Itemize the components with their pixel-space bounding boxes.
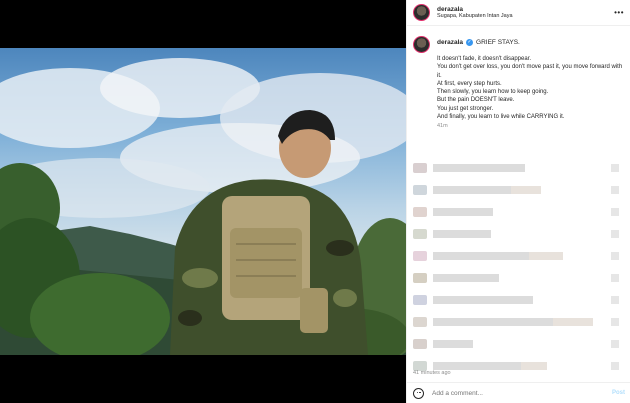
comment-row [413, 228, 625, 240]
add-comment-bar: Post [407, 382, 630, 403]
post-button[interactable]: Post [612, 390, 625, 396]
caption-line: Then slowly, you learn how to keep going… [437, 89, 549, 96]
caption-line: And finally, you learn to live while CAR… [437, 114, 565, 121]
caption-time: 41m [437, 123, 448, 130]
like-icon[interactable] [611, 230, 619, 238]
post-time: 41 minutes ago [413, 370, 451, 376]
caption-line: You just get stronger. [437, 105, 494, 112]
header-location[interactable]: Sugapa, Kabupaten Intan Jaya [437, 13, 513, 19]
caption-body: It doesn't fade, it doesn't disappear. Y… [437, 55, 624, 121]
comment-avatar[interactable] [413, 317, 427, 327]
avatar[interactable] [413, 4, 430, 21]
caption-line: But the pain DOESN'T leave. [437, 97, 515, 104]
comment-avatar[interactable] [413, 185, 427, 195]
comment-input[interactable] [432, 389, 592, 397]
comment-row [413, 294, 625, 306]
like-icon[interactable] [611, 296, 619, 304]
comment-avatar[interactable] [413, 273, 427, 283]
comment-text-blurred [433, 208, 493, 216]
post-header: derazala Sugapa, Kabupaten Intan Jaya ••… [407, 0, 630, 26]
comment-text-blurred [433, 296, 533, 304]
like-icon[interactable] [611, 340, 619, 348]
post-photo[interactable] [0, 48, 406, 355]
caption-line: It doesn't fade, it doesn't disappear. [437, 56, 532, 62]
comment-avatar[interactable] [413, 229, 427, 239]
photo-illustration [0, 58, 406, 355]
comment-text-blurred [433, 230, 491, 238]
caption-block: derazala ✓ GRIEF STAYS. It doesn't fade,… [407, 26, 630, 371]
comment-avatar[interactable] [413, 251, 427, 261]
comment-row [413, 206, 625, 218]
caption-username[interactable]: derazala [437, 39, 463, 46]
comment-row [413, 338, 625, 350]
caption-title: GRIEF STAYS. [476, 39, 520, 46]
like-icon[interactable] [611, 318, 619, 326]
comment-row [413, 184, 625, 196]
comment-text-blurred [553, 318, 593, 326]
caption-line: At first, every step hurts. [437, 80, 502, 87]
comment-row [413, 250, 625, 262]
header-username[interactable]: derazala [437, 6, 513, 13]
comment-text-blurred [433, 318, 553, 326]
comment-row [413, 272, 625, 284]
like-icon[interactable] [611, 274, 619, 282]
comment-text-blurred [433, 340, 473, 348]
like-icon[interactable] [611, 252, 619, 260]
emoji-icon[interactable] [413, 387, 424, 399]
comment-text-blurred [433, 164, 525, 172]
comment-text-blurred [433, 252, 529, 260]
comment-text-blurred [433, 186, 511, 194]
comment-text-blurred [529, 252, 563, 260]
caption-line: You don't get over loss, you don't move … [437, 64, 623, 79]
caption-avatar[interactable] [413, 36, 430, 53]
post-panel: derazala Sugapa, Kabupaten Intan Jaya ••… [406, 0, 630, 403]
comment-text-blurred [511, 186, 541, 194]
like-icon[interactable] [611, 164, 619, 172]
comment-avatar[interactable] [413, 207, 427, 217]
like-icon[interactable] [611, 208, 619, 216]
like-icon[interactable] [611, 186, 619, 194]
more-options-icon[interactable]: ••• [614, 8, 624, 17]
comment-text-blurred [433, 362, 521, 370]
photo-panel [0, 0, 406, 403]
comment-text-blurred [433, 274, 499, 282]
verified-icon: ✓ [466, 39, 474, 46]
comment-avatar[interactable] [413, 163, 427, 173]
comment-avatar[interactable] [413, 295, 427, 305]
like-icon[interactable] [611, 362, 619, 370]
comment-avatar[interactable] [413, 339, 427, 349]
comment-row [413, 162, 625, 174]
comment-row [413, 316, 625, 328]
comment-text-blurred [521, 362, 547, 370]
